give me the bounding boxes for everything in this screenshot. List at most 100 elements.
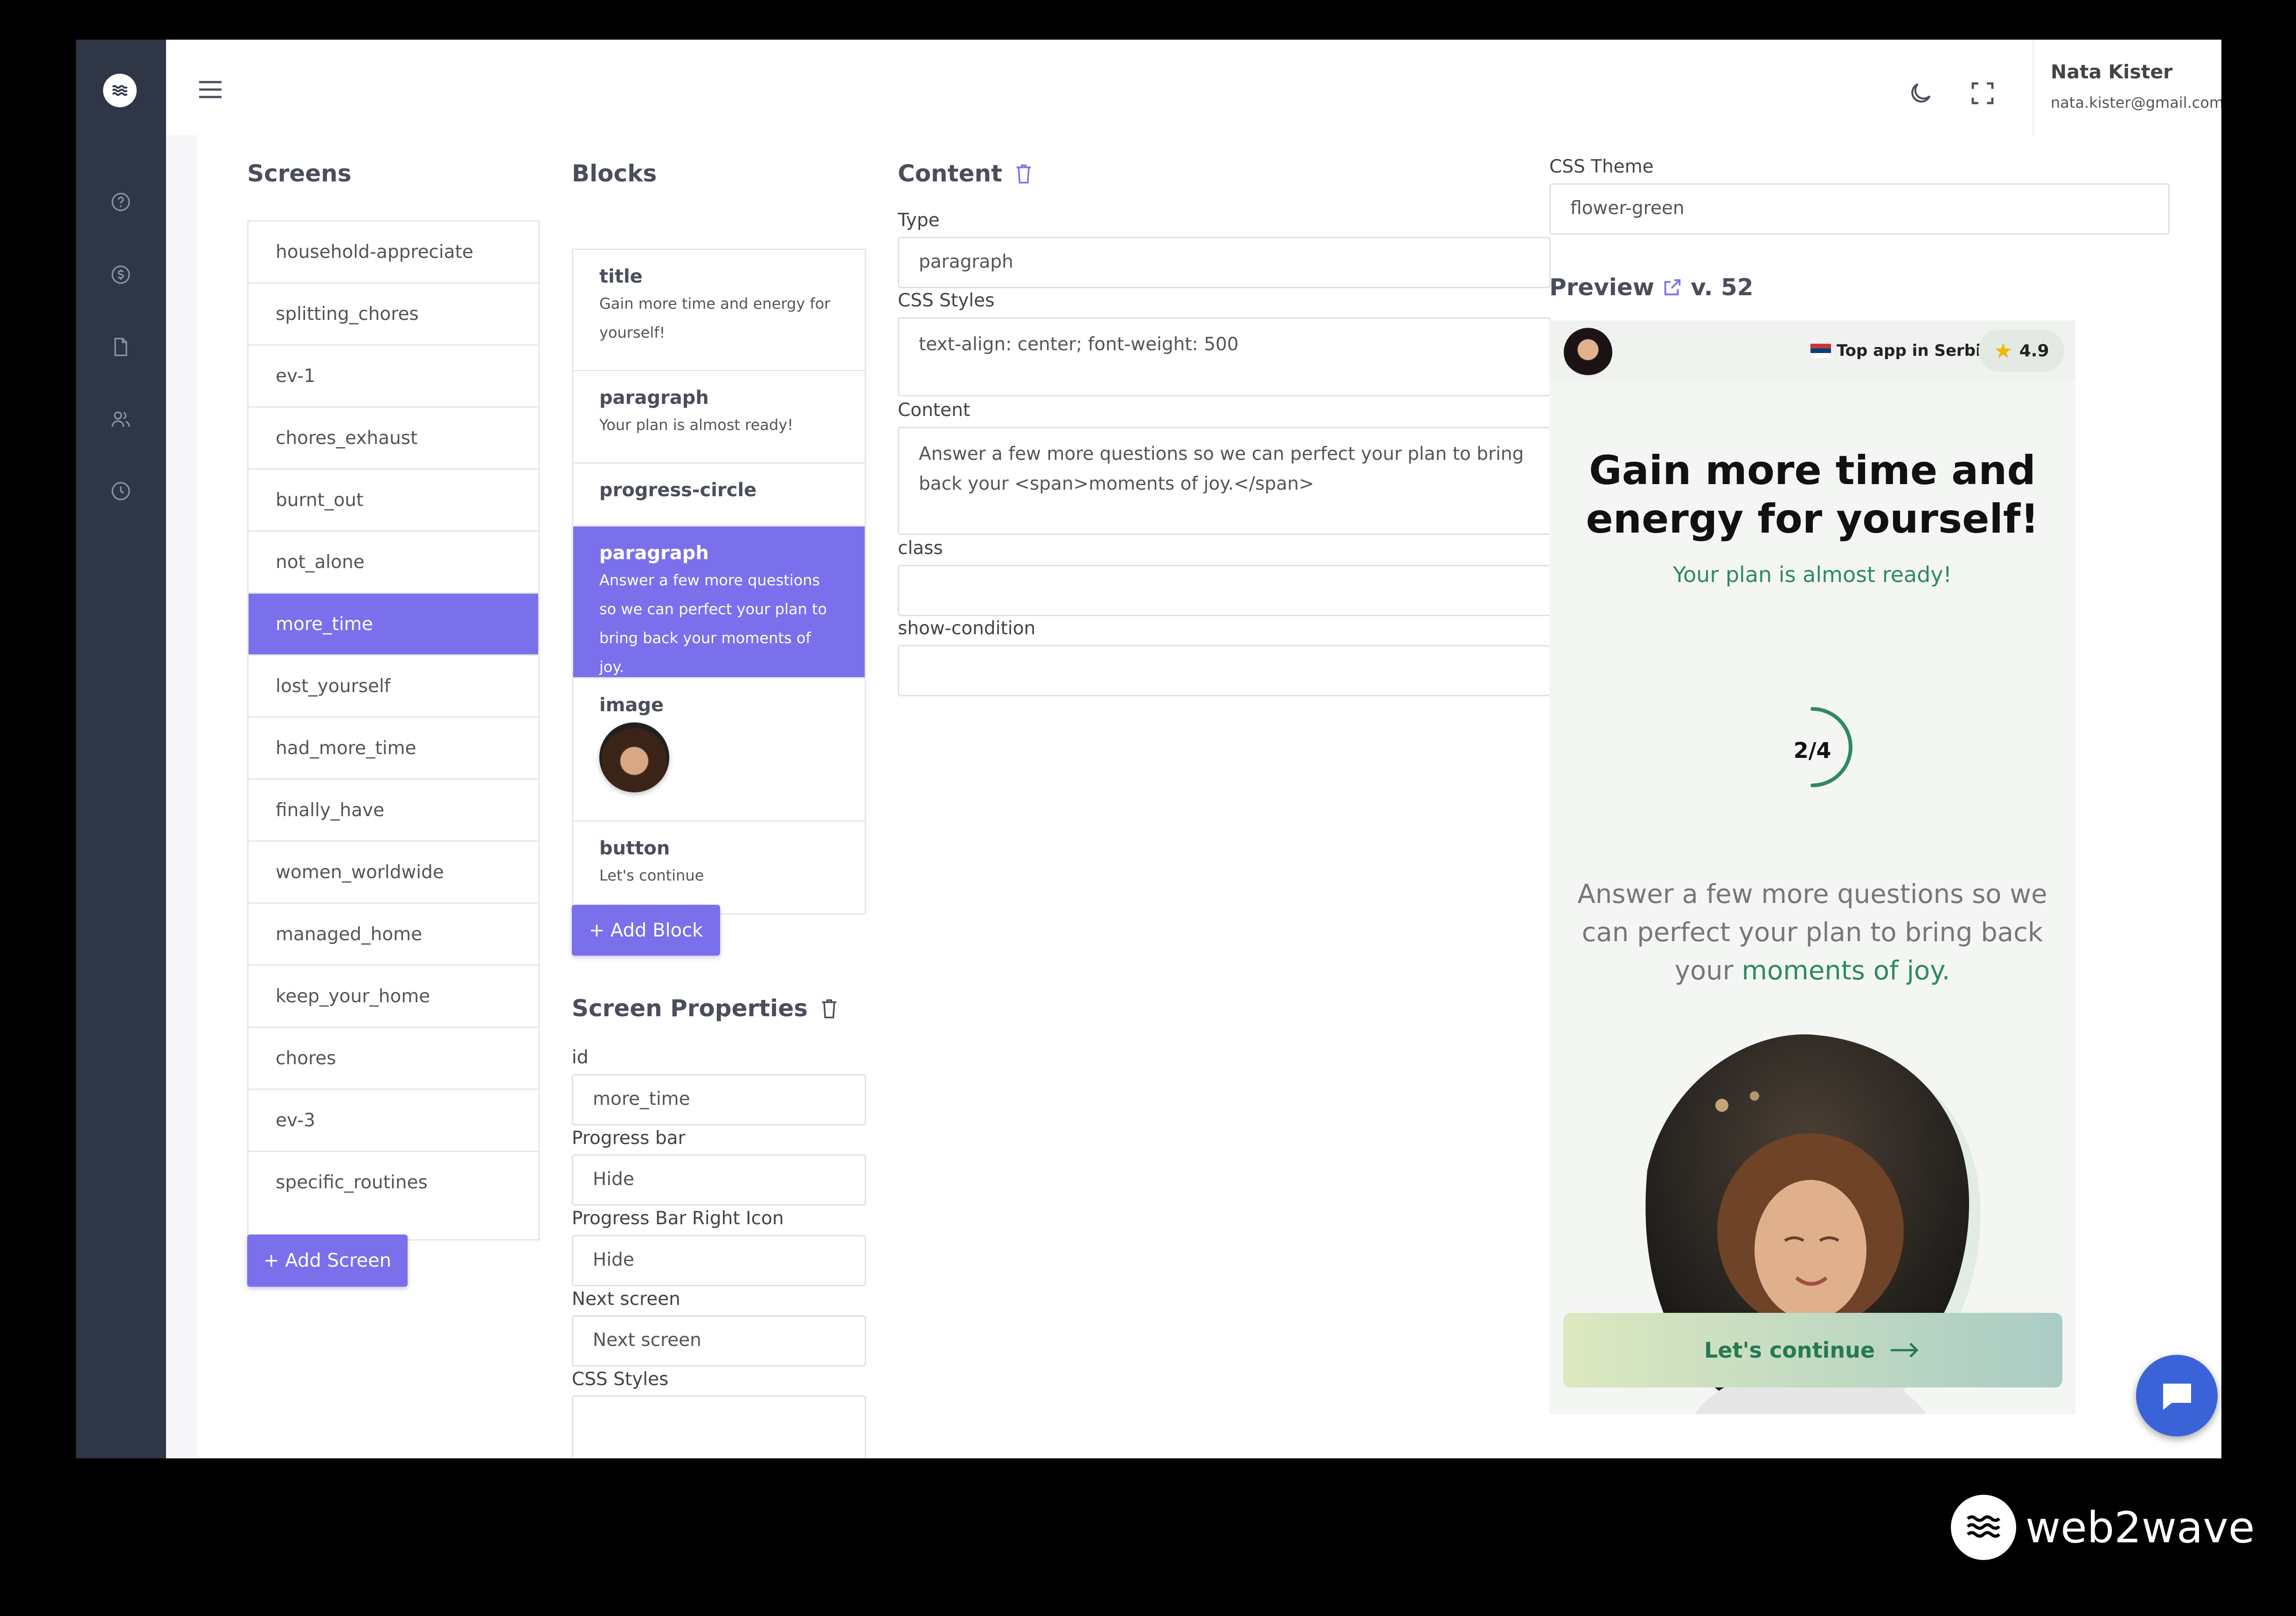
moon-icon[interactable] bbox=[1904, 77, 1937, 110]
arrow-right-icon bbox=[1891, 1343, 1919, 1358]
chat-bubble-icon bbox=[2163, 1383, 2191, 1410]
screen-item[interactable]: managed_home bbox=[249, 902, 538, 964]
block-item-button[interactable]: button Let's continue bbox=[573, 822, 865, 913]
screens-list[interactable]: household-appreciate splitting_chores ev-1… bbox=[247, 220, 540, 1241]
block-type: paragraph bbox=[599, 542, 709, 564]
help-circle-icon[interactable] bbox=[109, 190, 133, 214]
preview-badge-text: Top app in Serbia bbox=[1837, 341, 1992, 360]
css-styles-textarea[interactable]: text-align: center; font-weight: 500 bbox=[898, 317, 1551, 396]
clock-icon[interactable] bbox=[109, 479, 133, 503]
add-block-button[interactable]: + Add Block bbox=[572, 905, 720, 956]
brand-logo bbox=[1951, 1495, 2016, 1560]
preview-frame: Top app in Serbia ★ 4.9 Gain more time a… bbox=[1549, 320, 2075, 1414]
preview-paragraph: Answer a few more questions so we can pe… bbox=[1559, 875, 2066, 990]
screen-item[interactable]: women_worldwide bbox=[249, 840, 538, 902]
preview-rating: ★ 4.9 bbox=[1978, 330, 2064, 372]
show-condition-label: show-condition bbox=[898, 618, 1036, 639]
file-icon[interactable] bbox=[109, 335, 133, 359]
screen-item[interactable]: household-appreciate bbox=[249, 220, 538, 282]
screen-item[interactable]: specific_routines bbox=[249, 1151, 538, 1213]
hamburger-menu-icon[interactable] bbox=[194, 73, 227, 106]
screen-item[interactable]: chores bbox=[249, 1026, 538, 1089]
trash-icon[interactable] bbox=[1013, 162, 1034, 185]
preview-progress-label: 2/4 bbox=[1793, 738, 1831, 763]
type-label: Type bbox=[898, 210, 940, 231]
screen-css-styles-label: CSS Styles bbox=[572, 1369, 669, 1390]
block-text: Let's continue bbox=[599, 867, 704, 884]
show-condition-input[interactable] bbox=[898, 645, 1551, 696]
content-gutter bbox=[166, 135, 197, 1458]
app-window: Nata Kister nata.kister@gmail.com Screen… bbox=[76, 40, 2221, 1458]
screens-title: Screens bbox=[247, 160, 352, 187]
fullscreen-icon[interactable] bbox=[1966, 77, 1999, 110]
block-type: paragraph bbox=[599, 387, 709, 409]
class-input[interactable] bbox=[898, 565, 1551, 616]
screen-item[interactable]: keep_your_home bbox=[249, 964, 538, 1026]
user-name: Nata Kister bbox=[2051, 61, 2173, 83]
block-item-progress-circle[interactable]: progress-circle bbox=[573, 464, 865, 527]
screen-item[interactable]: burnt_out bbox=[249, 468, 538, 530]
preview-continue-label: Let's continue bbox=[1704, 1338, 1875, 1363]
content-label: Content bbox=[898, 400, 971, 421]
external-link-icon[interactable] bbox=[1662, 277, 1683, 298]
progress-bar-right-icon-select[interactable]: Hide bbox=[572, 1235, 866, 1286]
dollar-icon[interactable] bbox=[109, 263, 133, 287]
screen-item[interactable]: lost_yourself bbox=[249, 654, 538, 716]
blocks-title: Blocks bbox=[572, 160, 657, 187]
screen-item[interactable]: chores_exhaust bbox=[249, 406, 538, 468]
preview-continue-button[interactable]: Let's continue bbox=[1563, 1313, 2062, 1387]
screen-properties-title: Screen Properties bbox=[572, 995, 808, 1022]
user-email: nata.kister@gmail.com bbox=[2051, 94, 2221, 111]
block-type: image bbox=[599, 694, 664, 716]
users-icon[interactable] bbox=[109, 407, 133, 431]
block-item-paragraph[interactable]: paragraph Your plan is almost ready! bbox=[573, 371, 865, 464]
screen-item[interactable]: ev-1 bbox=[249, 344, 538, 406]
block-image-thumbnail bbox=[599, 722, 669, 792]
preview-heading: Preview v. 52 bbox=[1549, 274, 1754, 301]
screen-item[interactable]: had_more_time bbox=[249, 716, 538, 778]
screen-item[interactable]: splitting_chores bbox=[249, 282, 538, 344]
block-item-image[interactable]: image bbox=[573, 679, 865, 822]
screen-properties-heading: Screen Properties bbox=[572, 995, 839, 1022]
app-logo[interactable] bbox=[103, 74, 137, 107]
screen-item[interactable]: finally_have bbox=[249, 778, 538, 840]
trash-icon[interactable] bbox=[819, 997, 839, 1020]
user-profile[interactable]: Nata Kister nata.kister@gmail.com bbox=[2032, 40, 2221, 135]
preview-rating-value: 4.9 bbox=[2019, 341, 2049, 361]
content-title: Content bbox=[898, 160, 1002, 187]
screen-item[interactable]: ev-3 bbox=[249, 1089, 538, 1151]
brand-name: web2wave bbox=[2025, 1502, 2255, 1553]
preview-subtitle: Your plan is almost ready! bbox=[1673, 562, 1952, 587]
preview-title-text: Gain more time and energy for yourself! bbox=[1586, 447, 2039, 542]
next-screen-input[interactable]: Next screen bbox=[572, 1315, 866, 1366]
brand-watermark: web2wave bbox=[1951, 1495, 2254, 1560]
content-textarea[interactable]: Answer a few more questions so we can pe… bbox=[898, 427, 1551, 535]
preview-version: v. 52 bbox=[1691, 274, 1754, 301]
id-label: id bbox=[572, 1047, 589, 1068]
screen-item[interactable]: not_alone bbox=[249, 530, 538, 592]
preview-title: Preview bbox=[1549, 274, 1655, 301]
serbia-flag-icon bbox=[1810, 344, 1831, 358]
star-icon: ★ bbox=[1993, 338, 2013, 363]
waves-logo-icon bbox=[1966, 1515, 2001, 1538]
screen-id-input[interactable]: more_time bbox=[572, 1074, 866, 1125]
preview-avatar bbox=[1564, 328, 1612, 376]
add-screen-button[interactable]: + Add Screen bbox=[247, 1235, 408, 1287]
progress-bar-select[interactable]: Hide bbox=[572, 1154, 866, 1206]
preview-paragraph-accent: moments of joy. bbox=[1741, 956, 1950, 986]
block-type: progress-circle bbox=[599, 479, 757, 501]
css-theme-select[interactable]: flower-green bbox=[1549, 183, 2170, 235]
block-text: Your plan is almost ready! bbox=[599, 416, 793, 434]
blocks-list[interactable]: title Gain more time and energy for your… bbox=[572, 249, 866, 915]
screen-css-styles-textarea[interactable] bbox=[572, 1395, 866, 1458]
waves-logo-icon bbox=[112, 85, 128, 96]
class-label: class bbox=[898, 538, 943, 559]
block-type-select[interactable]: paragraph bbox=[898, 237, 1551, 288]
css-theme-label: CSS Theme bbox=[1549, 156, 1654, 177]
block-type: button bbox=[599, 838, 670, 859]
screen-item[interactable]: more_time bbox=[249, 592, 538, 654]
block-item-title[interactable]: title Gain more time and energy for your… bbox=[573, 250, 865, 371]
block-item-paragraph-selected[interactable]: paragraph Answer a few more questions so… bbox=[573, 527, 865, 679]
icon-sidebar bbox=[76, 40, 166, 1458]
chat-widget-button[interactable] bbox=[2136, 1355, 2218, 1436]
